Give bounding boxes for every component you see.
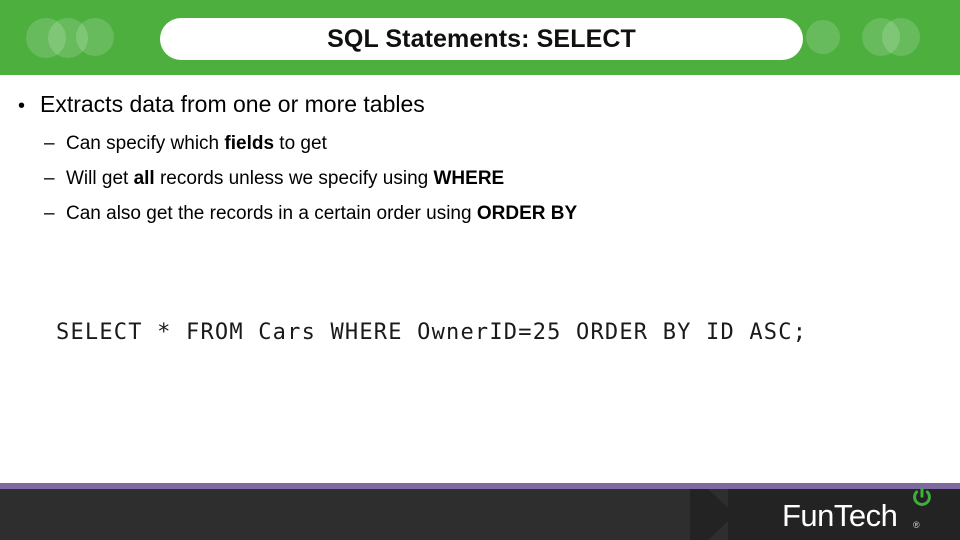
sub-bullet-label: Will get all records unless we specify u… — [66, 168, 504, 191]
sub-bullet-text: Will get — [66, 167, 134, 189]
header-decor-circle — [806, 20, 840, 54]
sub-bullet-item: – Can specify which fields to get — [44, 133, 924, 156]
sub-bullet-label: Can specify which fields to get — [66, 133, 327, 156]
main-bullet-label: Extracts data from one or more tables — [40, 91, 425, 117]
sub-bullet-item: – Can also get the records in a certain o… — [44, 203, 924, 226]
slide-body: • Extracts data from one or more tables … — [0, 75, 960, 483]
slide-header: SQL Statements: SELECT — [0, 0, 960, 75]
registered-trademark-mark: ® — [913, 520, 920, 530]
slide: SQL Statements: SELECT • Extracts data f… — [0, 0, 960, 540]
sub-bullet-emphasis: fields — [224, 133, 275, 154]
sub-bullet-emphasis: ORDER BY — [476, 202, 578, 224]
dash-marker-icon: – — [44, 133, 55, 154]
bullet-dot-icon: • — [18, 95, 26, 117]
header-decor-circle — [76, 18, 114, 56]
sub-bullet-text: to get — [274, 133, 327, 154]
main-bullet-item: • Extracts data from one or more tables — [18, 91, 425, 117]
dash-marker-icon: – — [44, 202, 55, 224]
page-title: SQL Statements: SELECT — [327, 24, 636, 53]
sub-bullet-emphasis: WHERE — [433, 167, 505, 189]
sub-bullet-text: Can specify which — [66, 133, 225, 154]
sub-bullet-item: – Will get all records unless we specify … — [44, 168, 924, 191]
brand-logo: FunTech ® — [782, 486, 952, 540]
dash-marker-icon: – — [44, 167, 55, 189]
sub-bullet-label: Can also get the records in a certain or… — [66, 203, 577, 226]
sub-bullet-emphasis: all — [133, 167, 155, 189]
title-pill: SQL Statements: SELECT — [160, 18, 803, 60]
sql-code-example: SELECT * FROM Cars WHERE OwnerID=25 ORDE… — [56, 320, 808, 345]
sub-bullet-text: records unless we specify using — [154, 167, 434, 189]
power-icon — [910, 486, 934, 510]
header-decor-circle — [882, 18, 920, 56]
sub-bullet-list: – Can specify which fields to get – Will ge… — [44, 133, 924, 237]
brand-logo-text: FunTech — [782, 498, 898, 533]
sub-bullet-text: Can also get the records in a certain or… — [66, 202, 477, 224]
